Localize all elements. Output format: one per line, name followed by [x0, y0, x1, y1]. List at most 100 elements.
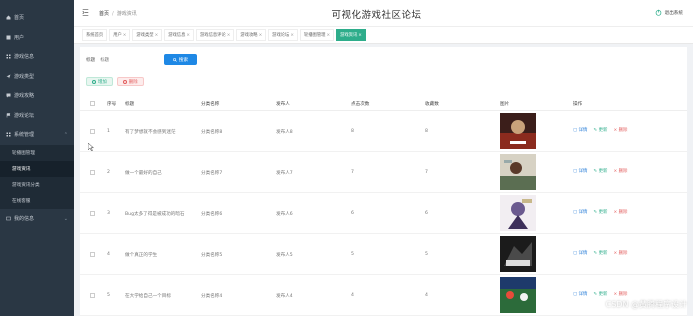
sidebar-item-label: 游戏信息	[14, 54, 35, 61]
cell-no: 4	[107, 252, 110, 257]
edit-icon: ✎	[593, 127, 598, 133]
delete-button[interactable]: × 删除	[613, 168, 627, 175]
sidebar-item-users[interactable]: 用户	[0, 28, 74, 48]
detail-icon: ▢	[573, 168, 578, 174]
tab-banner[interactable]: 轮播图管理×	[299, 29, 335, 41]
plus-circle-icon	[92, 79, 96, 84]
table-row: 1 有了梦想就不会感到迷茫 分类名称8 发布人8 8 8 ▢ 详情 ✎ 更新 × 删除	[80, 111, 687, 152]
cell-category: 分类名称7	[201, 171, 223, 176]
edit-button[interactable]: ✎ 更新	[593, 209, 607, 216]
row-checkbox[interactable]	[90, 129, 95, 134]
close-icon[interactable]: ×	[358, 33, 362, 38]
users-icon	[5, 35, 11, 40]
edit-button[interactable]: ✎ 更新	[593, 168, 607, 175]
tab-game-info[interactable]: 游戏信息×	[164, 29, 194, 41]
sidebar: 首页 用户 游戏信息 游戏类型 游戏攻略 游戏论坛 系统管理 ⌃ 轮播图管理 游…	[0, 0, 74, 316]
sidebar-item-my-info[interactable]: 我的信息 ⌄	[0, 209, 74, 229]
tab-home[interactable]: 系统首页	[82, 29, 108, 41]
action-row: 增加 删除	[86, 77, 144, 86]
cell-favorites: 4	[425, 293, 428, 298]
delete-button-label: 删除	[128, 79, 138, 85]
bulk-delete-button[interactable]: 删除	[116, 77, 144, 86]
cell-clicks: 7	[351, 170, 354, 175]
col-header-favorites[interactable]: 收藏数	[425, 101, 439, 107]
sidebar-item-game-forum[interactable]: 游戏论坛	[0, 106, 74, 126]
tab-game-forum[interactable]: 游戏论坛×	[268, 29, 298, 41]
close-icon[interactable]: ×	[123, 33, 127, 38]
sidebar-item-game-info[interactable]: 游戏信息	[0, 47, 74, 67]
game-cover-image	[500, 195, 536, 231]
tab-game-info-comments[interactable]: 游戏信息评论×	[195, 29, 235, 41]
tab-game-type[interactable]: 游戏类型×	[132, 29, 163, 41]
detail-button[interactable]: ▢ 详情	[573, 168, 587, 175]
cell-favorites: 6	[425, 211, 428, 216]
tab-game-guide[interactable]: 游戏攻略×	[236, 29, 267, 41]
cell-title: Bug太多了得是被成功的暗石	[125, 212, 185, 217]
search-icon	[173, 57, 177, 62]
row-checkbox[interactable]	[90, 170, 95, 175]
chat-icon	[5, 93, 11, 98]
cell-no: 2	[107, 170, 110, 175]
edit-icon: ✎	[593, 291, 598, 297]
row-checkbox[interactable]	[90, 211, 95, 216]
close-icon[interactable]: ×	[259, 33, 263, 38]
detail-icon: ▢	[573, 127, 578, 133]
close-icon[interactable]: ×	[155, 33, 159, 38]
col-header-title[interactable]: 标题	[125, 101, 134, 107]
add-button-label: 增加	[98, 79, 107, 85]
search-input[interactable]	[100, 55, 159, 65]
delete-button[interactable]: × 删除	[613, 127, 627, 134]
row-checkbox[interactable]	[90, 252, 95, 257]
table-row: 5 在大学给自己一个目标 分类名称4 发布人4 4 4 ▢ 详情 ✎ 更新 × 删除	[80, 275, 687, 316]
col-header-publisher[interactable]: 发布人	[276, 101, 290, 107]
search-row: 标题	[86, 55, 159, 65]
delete-button[interactable]: × 删除	[613, 250, 627, 257]
select-all-checkbox[interactable]	[90, 101, 95, 106]
delete-button[interactable]: × 删除	[613, 291, 627, 298]
detail-label: 详情	[578, 251, 588, 256]
cell-clicks: 4	[351, 293, 354, 298]
sidebar-sub-online-service[interactable]: 在线客服	[0, 192, 74, 209]
edit-button[interactable]: ✎ 更新	[593, 291, 607, 298]
delete-icon: ×	[613, 209, 618, 215]
tab-label: 游戏类型	[136, 33, 154, 38]
logout-button[interactable]: 退出系统	[655, 9, 683, 16]
cell-title: 做个真正的学生	[125, 253, 158, 258]
col-header-category[interactable]: 分类名称	[201, 101, 219, 107]
sidebar-item-home[interactable]: 首页	[0, 8, 74, 28]
sidebar-sub-banner[interactable]: 轮播图管理	[0, 144, 74, 161]
detail-button[interactable]: ▢ 详情	[573, 291, 587, 298]
col-header-no: 序号	[107, 102, 117, 107]
sidebar-item-game-type[interactable]: 游戏类型	[0, 67, 74, 87]
close-icon[interactable]: ×	[290, 33, 294, 38]
close-icon[interactable]: ×	[186, 33, 190, 38]
chevron-up-icon: ⌃	[63, 132, 68, 138]
delete-icon: ×	[613, 250, 618, 256]
edit-button[interactable]: ✎ 更新	[593, 127, 607, 134]
cell-publisher: 发布人5	[276, 253, 293, 258]
sidebar-sub-game-news[interactable]: 游戏资讯	[0, 160, 74, 177]
edit-button[interactable]: ✎ 更新	[593, 250, 607, 257]
tab-bar: 系统首页 用户× 游戏类型× 游戏信息× 游戏信息评论× 游戏攻略× 游戏论坛×…	[74, 27, 693, 44]
send-icon	[5, 74, 11, 79]
detail-icon: ▢	[573, 291, 578, 297]
sidebar-item-system[interactable]: 系统管理 ⌃	[0, 125, 74, 145]
sidebar-sub-news-category[interactable]: 游戏资讯分类	[0, 176, 74, 193]
tab-game-news[interactable]: 游戏资讯×	[336, 29, 366, 41]
row-checkbox[interactable]	[90, 293, 95, 298]
detail-button[interactable]: ▢ 详情	[573, 209, 587, 216]
add-button[interactable]: 增加	[86, 77, 113, 86]
detail-button[interactable]: ▢ 详情	[573, 127, 587, 134]
row-actions: ▢ 详情 ✎ 更新 × 删除	[573, 209, 633, 216]
close-icon[interactable]: ×	[227, 33, 231, 38]
tab-label: 游戏信息评论	[199, 33, 226, 38]
search-label: 标题	[86, 58, 96, 63]
close-icon[interactable]: ×	[326, 33, 330, 38]
tab-users[interactable]: 用户×	[109, 29, 131, 41]
search-button[interactable]: 搜索	[164, 54, 197, 65]
sidebar-item-label: 游戏攻略	[14, 93, 35, 100]
detail-button[interactable]: ▢ 详情	[573, 250, 588, 257]
sidebar-item-game-guide[interactable]: 游戏攻略	[0, 86, 74, 106]
col-header-clicks[interactable]: 点击次数	[351, 101, 369, 107]
delete-button[interactable]: × 删除	[613, 209, 627, 216]
